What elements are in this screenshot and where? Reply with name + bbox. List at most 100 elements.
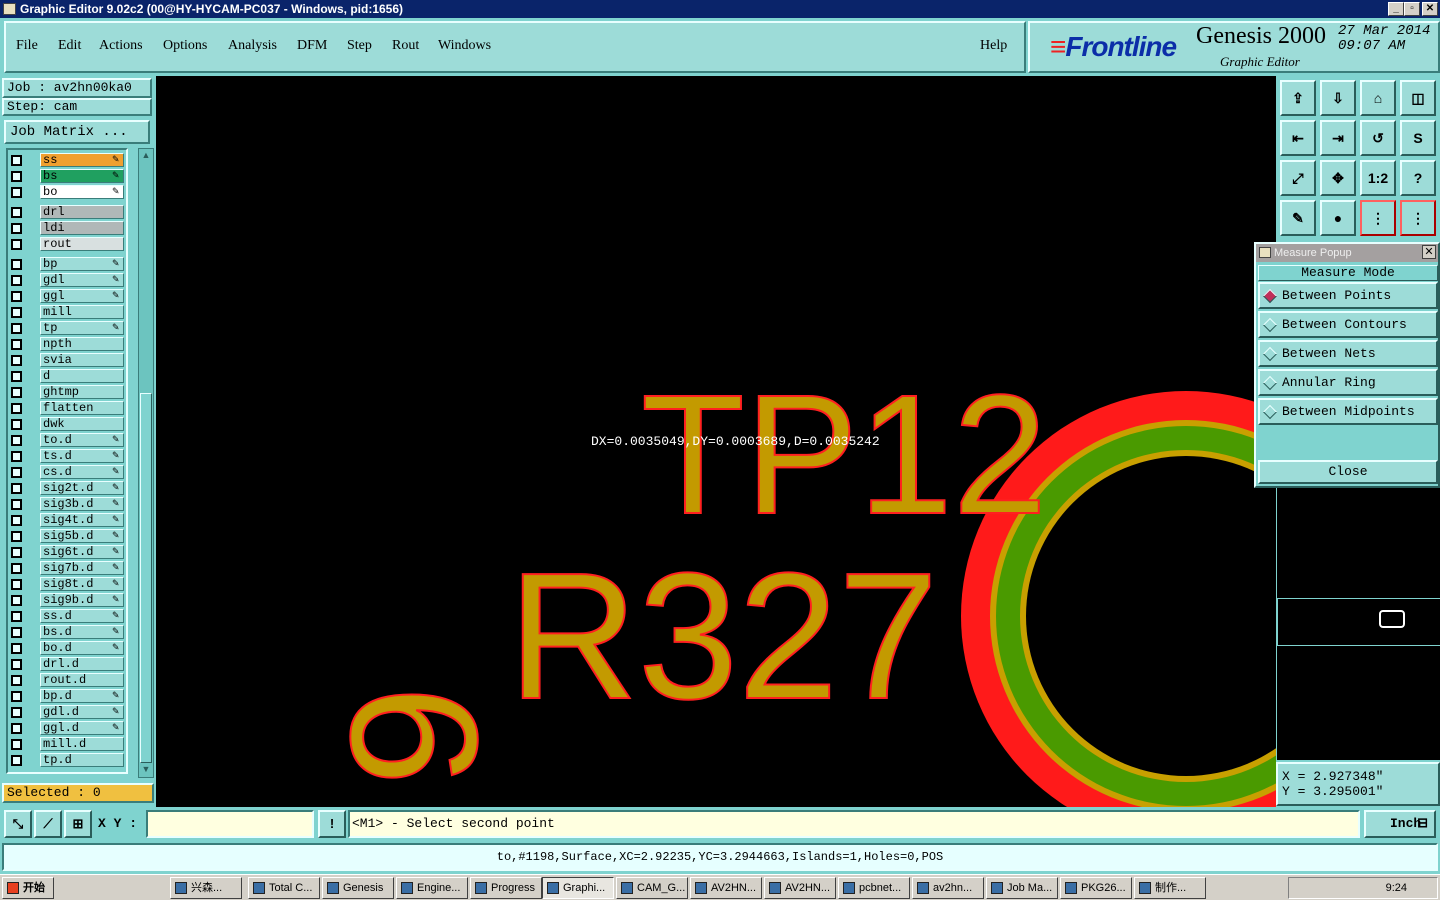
measure-option[interactable]: Annular Ring <box>1258 369 1438 396</box>
layer-row[interactable]: bp ✎ <box>8 256 126 272</box>
layer-name[interactable]: rout <box>40 237 124 251</box>
toolbar-tool-icon[interactable]: ⌂ <box>1360 80 1396 116</box>
layer-row[interactable]: sig3b.d ✎ <box>8 496 126 512</box>
layer-checkbox[interactable] <box>11 155 22 166</box>
close-window-button[interactable]: ✕ <box>1422 2 1438 16</box>
taskbar-button[interactable]: Job Ma... <box>986 877 1058 899</box>
layer-checkbox[interactable] <box>11 451 22 462</box>
menu-edit[interactable]: Edit <box>58 38 81 54</box>
layer-row[interactable]: mill.d <box>8 736 126 752</box>
menu-rout[interactable]: Rout <box>392 38 419 54</box>
layer-row[interactable]: gdl ✎ <box>8 272 126 288</box>
layer-checkbox[interactable] <box>11 755 22 766</box>
layer-row[interactable]: d <box>8 368 126 384</box>
layer-checkbox[interactable] <box>11 563 22 574</box>
toolbar-tool-icon[interactable]: S <box>1400 120 1436 156</box>
minimize-button[interactable]: _ <box>1388 2 1404 16</box>
layer-checkbox[interactable] <box>11 515 22 526</box>
layer-name[interactable]: drl <box>40 205 124 219</box>
taskbar-button[interactable]: 制作... <box>1134 877 1206 899</box>
layer-checkbox[interactable] <box>11 275 22 286</box>
layer-name[interactable]: svia <box>40 353 124 367</box>
toolbar-tool-icon[interactable]: ⋮ <box>1360 200 1396 236</box>
layer-checkbox[interactable] <box>11 291 22 302</box>
toolbar-tool-icon[interactable]: ⋮ <box>1400 200 1436 236</box>
layer-row[interactable]: dwk <box>8 416 126 432</box>
layer-row[interactable]: sig9b.d ✎ <box>8 592 126 608</box>
layer-checkbox[interactable] <box>11 239 22 250</box>
taskbar-button[interactable]: AV2HN... <box>764 877 836 899</box>
layer-checkbox[interactable] <box>11 223 22 234</box>
toolbar-tool-icon[interactable]: ⇥ <box>1320 120 1356 156</box>
layer-row[interactable]: cs.d ✎ <box>8 464 126 480</box>
menu-windows[interactable]: Windows <box>438 38 491 54</box>
layer-row[interactable]: sig2t.d ✎ <box>8 480 126 496</box>
layer-checkbox[interactable] <box>11 547 22 558</box>
layer-row[interactable]: tp.d <box>8 752 126 768</box>
layer-row[interactable]: drl.d <box>8 656 126 672</box>
job-matrix-button[interactable]: Job Matrix ... <box>4 120 150 144</box>
layer-row[interactable]: bs.d ✎ <box>8 624 126 640</box>
layer-row[interactable]: ss ✎ <box>8 152 126 168</box>
layer-row[interactable]: npth <box>8 336 126 352</box>
layer-checkbox[interactable] <box>11 339 22 350</box>
measure-option[interactable]: Between Midpoints <box>1258 398 1438 425</box>
popup-close-icon[interactable]: ✕ <box>1422 245 1436 259</box>
layer-checkbox[interactable] <box>11 627 22 638</box>
taskbar-button[interactable]: Progress <box>470 877 542 899</box>
layer-row[interactable]: bo.d ✎ <box>8 640 126 656</box>
scroll-thumb[interactable] <box>140 393 152 763</box>
layer-checkbox[interactable] <box>11 467 22 478</box>
layer-row[interactable]: ts.d ✎ <box>8 448 126 464</box>
layer-checkbox[interactable] <box>11 323 22 334</box>
canvas-drawing[interactable]: TP12 R327 9 DX=0.0035049,DY=0.0003689,D=… <box>156 76 1276 807</box>
layer-row[interactable]: sig6t.d ✎ <box>8 544 126 560</box>
layer-row[interactable]: sig5b.d ✎ <box>8 528 126 544</box>
layer-name[interactable]: mill.d <box>40 737 124 751</box>
toolbar-tool-icon[interactable]: ✥ <box>1320 160 1356 196</box>
layer-checkbox[interactable] <box>11 739 22 750</box>
layer-name[interactable]: d <box>40 369 124 383</box>
taskbar-button[interactable]: AV2HN... <box>690 877 762 899</box>
layer-row[interactable]: rout.d <box>8 672 126 688</box>
layer-row[interactable]: flatten <box>8 400 126 416</box>
layer-checkbox[interactable] <box>11 419 22 430</box>
toolbar-tool-icon[interactable]: ⇤ <box>1280 120 1316 156</box>
taskbar-button[interactable]: pcbnet... <box>838 877 910 899</box>
menu-actions[interactable]: Actions <box>99 38 143 54</box>
layer-name[interactable]: dwk <box>40 417 124 431</box>
layer-name[interactable]: npth <box>40 337 124 351</box>
toolbar-tool-icon[interactable]: ⤢ <box>1280 160 1316 196</box>
measure-option[interactable]: Between Contours <box>1258 311 1438 338</box>
menu-file[interactable]: File <box>16 38 38 54</box>
layer-name[interactable]: tp.d <box>40 753 124 767</box>
layer-checkbox[interactable] <box>11 595 22 606</box>
toolbar-tool-icon[interactable]: ⇪ <box>1280 80 1316 116</box>
menu-step[interactable]: Step <box>347 38 372 54</box>
toolbar-tool-icon[interactable]: ⇩ <box>1320 80 1356 116</box>
taskbar-button[interactable]: Genesis <box>322 877 394 899</box>
layer-row[interactable]: sig7b.d ✎ <box>8 560 126 576</box>
xy-input[interactable] <box>146 810 314 838</box>
menu-help[interactable]: Help <box>980 38 1007 54</box>
layer-checkbox[interactable] <box>11 499 22 510</box>
start-button[interactable]: 开始 <box>2 877 54 899</box>
layer-row[interactable]: svia <box>8 352 126 368</box>
layer-checkbox[interactable] <box>11 403 22 414</box>
layer-checkbox[interactable] <box>11 435 22 446</box>
layer-scrollbar[interactable]: ▲ ▼ <box>138 148 154 778</box>
toolbar-tool-icon[interactable]: ◫ <box>1400 80 1436 116</box>
layer-row[interactable]: to.d ✎ <box>8 432 126 448</box>
taskbar-button[interactable]: Total C... <box>248 877 320 899</box>
layer-name[interactable]: rout.d <box>40 673 124 687</box>
graphic-canvas[interactable]: TP12 R327 9 DX=0.0035049,DY=0.0003689,D=… <box>156 76 1276 807</box>
maximize-button[interactable]: ▫ <box>1404 2 1420 16</box>
layer-checkbox[interactable] <box>11 171 22 182</box>
taskbar-button[interactable]: PKG26... <box>1060 877 1132 899</box>
menu-options[interactable]: Options <box>163 38 207 54</box>
layer-checkbox[interactable] <box>11 579 22 590</box>
snap-icon[interactable]: ⤡ <box>4 810 32 838</box>
measure-option[interactable]: Between Points <box>1258 282 1438 309</box>
toolbar-tool-icon[interactable]: ✎ <box>1280 200 1316 236</box>
layer-row[interactable]: sig8t.d ✎ <box>8 576 126 592</box>
